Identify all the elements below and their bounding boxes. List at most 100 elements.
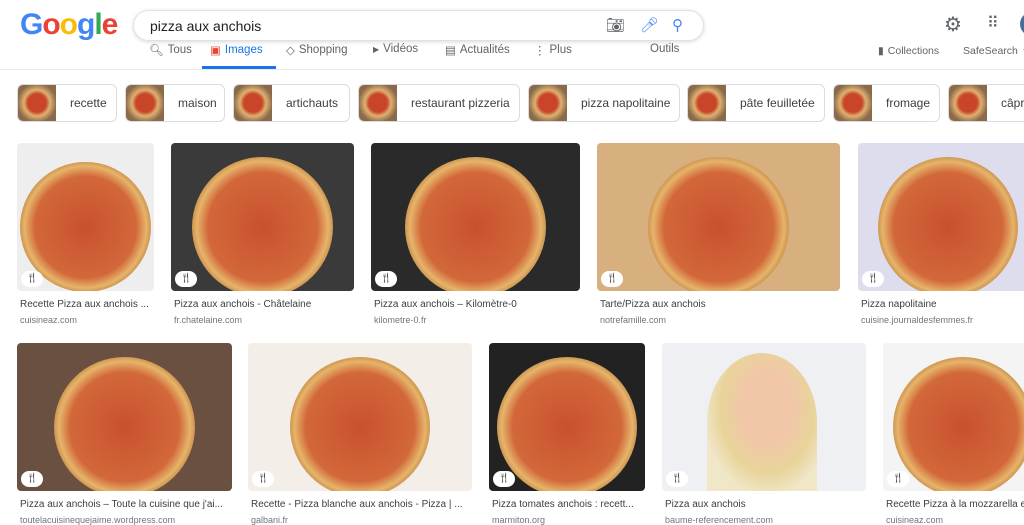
pizza-photo [20,161,151,291]
safesearch-button[interactable]: SafeSearch▼ [963,45,1024,57]
chip-2[interactable]: artichauts [233,84,350,122]
chip-label: restaurant pizzeria [411,96,510,110]
tools-button[interactable]: Outils [650,43,679,55]
chip-5[interactable]: pâte feuilletée [687,84,825,122]
result-image[interactable]: 🍴︎ [171,143,354,291]
result-source[interactable]: marmiton.org [492,515,668,525]
pizza-photo [877,156,1019,291]
chip-label: fromage [886,96,931,110]
tab-tous[interactable]: 🔍︎ Tous [149,43,192,57]
result-source[interactable]: baume-referencement.com [665,515,889,525]
chip-7[interactable]: câpres [948,84,1024,122]
image-icon: ▣ [210,45,221,57]
recipe-icon: 🍴︎ [666,471,688,487]
pizza-photo [648,156,789,291]
chip-thumbnail [529,85,567,121]
result-source[interactable]: cuisine.journaldesfemmes.fr [861,315,1024,325]
recipe-icon: 🍴︎ [601,271,623,287]
more-icon: ⋮ [534,45,546,57]
chip-thumbnail [834,85,872,121]
safesearch-label: SafeSearch [963,45,1018,57]
search-box[interactable]: pizza aux anchois 📷︎ 🎤︎ ⚲ [133,10,704,41]
tools-label: Outils [650,43,680,55]
recipe-icon: 🍴︎ [862,271,884,287]
chip-thumbnail [234,85,272,121]
pizza-photo [892,356,1024,491]
chip-thumbnail [359,85,397,121]
result-image[interactable]: 🍴︎ [597,143,840,291]
recipe-icon: 🍴︎ [375,271,397,287]
result-title[interactable]: Pizza aux anchois - Châtelaine [174,299,377,310]
apps-icon[interactable]: ⠿ [987,13,999,33]
result-source[interactable]: cuisineaz.com [20,315,177,325]
tab-shopping[interactable]: ◇ Shopping [286,43,347,57]
chip-0[interactable]: recette [17,84,117,122]
pizza-photo [54,356,195,491]
result-title[interactable]: Pizza aux anchois – Kilomètre-0 [374,299,603,310]
pizza-photo [405,156,546,291]
result-source[interactable]: galbani.fr [251,515,495,525]
result-source[interactable]: fr.chatelaine.com [174,315,377,325]
pizza-photo [496,356,638,491]
play-icon: ▶ [373,44,380,54]
recipe-icon: 🍴︎ [21,471,43,487]
tab-label: Actualités [459,44,510,56]
tab-label: Plus [549,44,572,56]
result-image[interactable]: 🍴︎ [662,343,866,491]
result-title[interactable]: Tarte/Pizza aux anchois [600,299,863,310]
result-title[interactable]: Pizza aux anchois – Toute la cuisine que… [20,499,255,510]
result-image[interactable]: 🍴︎ [883,343,1024,491]
tab-label: Tous [167,44,192,56]
result-image[interactable]: 🍴︎ [17,143,154,291]
result-image[interactable]: 🍴︎ [489,343,645,491]
search-input[interactable]: pizza aux anchois [150,18,261,34]
result-image[interactable]: 🍴︎ [248,343,472,491]
google-logo[interactable]: Google [20,8,118,42]
chip-label: pizza napolitaine [581,96,671,110]
chip-label: câpres [1001,96,1024,110]
result-title[interactable]: Pizza aux anchois [665,499,889,510]
mic-icon[interactable]: 🎤︎ [640,16,659,34]
chip-thumbnail [18,85,56,121]
result-source[interactable]: cuisineaz.com [886,515,1024,525]
tab-label: Shopping [298,44,348,56]
gear-icon[interactable]: ⚙ [944,12,962,37]
pizza-photo [289,356,431,491]
result-title[interactable]: Pizza tomates anchois : recett... [492,499,668,510]
camera-icon[interactable]: 📷︎ [606,16,625,34]
collections-button[interactable]: ▮ Collections [878,45,939,57]
divider [0,69,1024,70]
chip-1[interactable]: maison [125,84,225,122]
result-image[interactable]: 🍴︎ [17,343,232,491]
recipe-icon: 🍴︎ [252,471,274,487]
tab-plus[interactable]: ⋮ Plus [534,43,572,57]
result-image[interactable]: 🍴︎ [371,143,580,291]
search-icon: 🔍︎ [149,45,164,57]
search-icon[interactable]: ⚲ [672,16,683,34]
result-title[interactable]: Recette - Pizza blanche aux anchois - Pi… [251,499,495,510]
chip-4[interactable]: pizza napolitaine [528,84,680,122]
result-title[interactable]: Recette Pizza à la mozzarella et ... [886,499,1024,510]
chip-thumbnail [126,85,164,121]
bookmark-icon: ▮ [878,45,884,57]
result-source[interactable]: notrefamille.com [600,315,863,325]
result-image[interactable]: 🍴︎ [858,143,1024,291]
chip-label: artichauts [286,96,339,110]
recipe-icon: 🍴︎ [493,471,515,487]
result-source[interactable]: kilometre-0.fr [374,315,603,325]
tab-videos[interactable]: ▶ Vidéos [373,43,418,55]
result-title[interactable]: Pizza napolitaine [861,299,1024,310]
tag-icon: ◇ [286,45,295,57]
chip-label: recette [70,96,107,110]
tab-label: Vidéos [383,43,419,55]
tab-actualites[interactable]: ▤ Actualités [445,43,510,57]
chip-label: pâte feuilletée [740,96,815,110]
tab-images[interactable]: ▣ Images [210,43,263,57]
chip-3[interactable]: restaurant pizzeria [358,84,520,122]
result-source[interactable]: toutelacuisinequejaime.wordpress.com [20,515,255,525]
recipe-icon: 🍴︎ [175,271,197,287]
result-title[interactable]: Recette Pizza aux anchois ... [20,299,177,310]
avatar[interactable] [1020,12,1024,36]
recipe-icon: 🍴︎ [887,471,909,487]
chip-6[interactable]: fromage [833,84,940,122]
